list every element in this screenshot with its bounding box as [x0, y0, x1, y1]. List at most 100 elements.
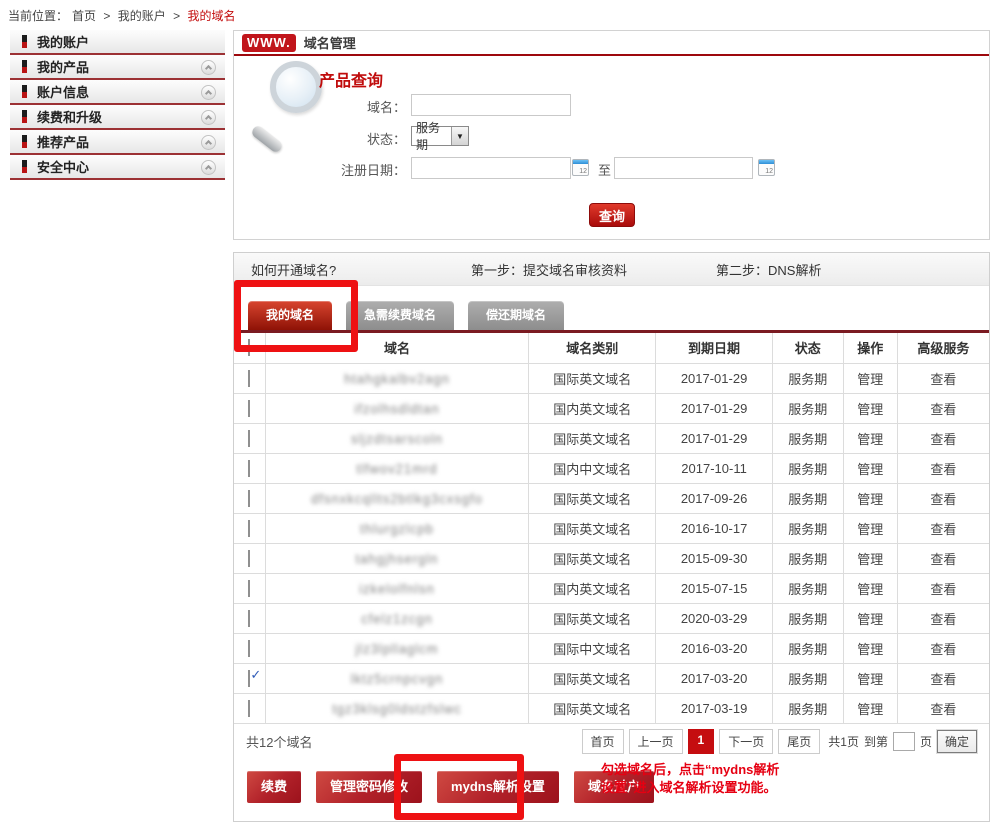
cell-status: 服务期	[772, 693, 843, 723]
row-checkbox[interactable]	[248, 700, 250, 717]
first-page-button[interactable]: 首页	[582, 729, 624, 754]
tab-my-domains[interactable]: 我的域名	[248, 301, 332, 330]
last-page-button[interactable]: 尾页	[778, 729, 820, 754]
date-to-input[interactable]	[614, 157, 753, 179]
manage-link[interactable]: 管理	[857, 552, 883, 567]
view-link[interactable]: 查看	[930, 672, 956, 687]
row-checkbox[interactable]	[248, 520, 250, 537]
chevron-up-icon[interactable]	[201, 135, 216, 150]
manage-link[interactable]: 管理	[857, 372, 883, 387]
cell-category: 国际英文域名	[529, 423, 656, 453]
cell-domain: tgz3klsg0ldstzfslwc	[265, 693, 528, 723]
panel-header: WWW. 域名管理	[234, 31, 989, 56]
view-link[interactable]: 查看	[930, 402, 956, 417]
breadcrumb-home[interactable]: 首页	[72, 9, 96, 23]
cell-domain: izkelolfnlsn	[265, 573, 528, 603]
view-link[interactable]: 查看	[930, 432, 956, 447]
domain-table-head: 域名域名类别到期日期状态操作高级服务	[234, 333, 989, 363]
sidebar-item-my-account[interactable]: 我的账户	[10, 30, 225, 55]
row-checkbox[interactable]	[248, 370, 250, 387]
cell-checkbox	[234, 543, 265, 573]
pagination-buttons: 首页上一页1下一页尾页	[582, 729, 821, 754]
manage-link[interactable]: 管理	[857, 432, 883, 447]
manage-link[interactable]: 管理	[857, 702, 883, 717]
view-link[interactable]: 查看	[930, 642, 956, 657]
sidebar-item-renew-upgrade[interactable]: 续费和升级	[10, 105, 225, 130]
cell-category: 国内英文域名	[529, 573, 656, 603]
table-row: dfsnxkcqllts2btlkg3cxsgfo国际英文域名2017-09-2…	[234, 483, 989, 513]
row-checkbox[interactable]	[248, 490, 250, 507]
chevron-up-icon[interactable]	[201, 60, 216, 75]
chevron-up-icon[interactable]	[201, 160, 216, 175]
manage-link[interactable]: 管理	[857, 492, 883, 507]
row-checkbox[interactable]	[248, 430, 250, 447]
tab-redemption[interactable]: 偿还期域名	[468, 301, 564, 330]
mydns-settings-button[interactable]: mydns解析设置	[437, 771, 559, 803]
view-link[interactable]: 查看	[930, 492, 956, 507]
cell-operation: 管理	[843, 423, 897, 453]
cell-operation: 管理	[843, 393, 897, 423]
manage-link[interactable]: 管理	[857, 612, 883, 627]
renew-button[interactable]: 续费	[247, 771, 301, 803]
cell-category: 国际英文域名	[529, 483, 656, 513]
query-button[interactable]: 查询	[589, 203, 635, 227]
cell-checkbox	[234, 363, 265, 393]
sidebar-item-account-info[interactable]: 账户信息	[10, 80, 225, 105]
view-link[interactable]: 查看	[930, 582, 956, 597]
row-checkbox[interactable]	[248, 400, 250, 417]
cell-domain: thlurgzlcpb	[265, 513, 528, 543]
cell-checkbox	[234, 393, 265, 423]
row-checkbox[interactable]	[248, 640, 250, 657]
prev-page-button[interactable]: 上一页	[629, 729, 683, 754]
cell-operation: 管理	[843, 693, 897, 723]
sidebar-item-security-center[interactable]: 安全中心	[10, 155, 225, 180]
cell-operation: 管理	[843, 453, 897, 483]
select-all-checkbox[interactable]	[248, 339, 250, 356]
cell-domain: cfelz1zcgn	[265, 603, 528, 633]
breadcrumb-my-account[interactable]: 我的账户	[118, 9, 166, 23]
view-link[interactable]: 查看	[930, 372, 956, 387]
view-link[interactable]: 查看	[930, 462, 956, 477]
dropdown-arrow-icon[interactable]: ▼	[451, 127, 468, 145]
cell-advanced: 查看	[897, 693, 989, 723]
password-change-button[interactable]: 管理密码修改	[316, 771, 422, 803]
table-row: ifzolhsdldtan国内英文域名2017-01-29服务期管理查看	[234, 393, 989, 423]
view-link[interactable]: 查看	[930, 702, 956, 717]
view-link[interactable]: 查看	[930, 552, 956, 567]
masked-domain-name: tahgjhsergln	[356, 550, 439, 566]
manage-link[interactable]: 管理	[857, 522, 883, 537]
chevron-glyph	[205, 90, 212, 97]
date-from-input[interactable]	[411, 157, 571, 179]
view-link[interactable]: 查看	[930, 522, 956, 537]
row-checkbox[interactable]	[248, 610, 250, 627]
cell-advanced: 查看	[897, 513, 989, 543]
manage-link[interactable]: 管理	[857, 462, 883, 477]
date-to-label: 至	[598, 160, 611, 179]
domain-input[interactable]	[411, 94, 571, 116]
row-checkbox[interactable]	[248, 550, 250, 567]
view-link[interactable]: 查看	[930, 612, 956, 627]
row-checkbox[interactable]	[248, 460, 250, 477]
next-page-button[interactable]: 下一页	[719, 729, 773, 754]
manage-link[interactable]: 管理	[857, 582, 883, 597]
row-checkbox[interactable]: ✓	[248, 670, 250, 687]
cell-status: 服务期	[772, 483, 843, 513]
page-number-1[interactable]: 1	[688, 729, 715, 754]
cell-checkbox: ✓	[234, 663, 265, 693]
cell-category: 国际英文域名	[529, 603, 656, 633]
sidebar-item-my-products[interactable]: 我的产品	[10, 55, 225, 80]
chevron-up-icon[interactable]	[201, 85, 216, 100]
goto-confirm-button[interactable]: 确定	[937, 730, 977, 753]
manage-link[interactable]: 管理	[857, 672, 883, 687]
calendar-icon[interactable]: 12	[758, 159, 775, 176]
manage-link[interactable]: 管理	[857, 642, 883, 657]
manage-link[interactable]: 管理	[857, 402, 883, 417]
row-checkbox[interactable]	[248, 580, 250, 597]
status-select[interactable]: 服务期 ▼	[411, 126, 469, 146]
calendar-icon[interactable]: 12	[572, 159, 589, 176]
chevron-up-icon[interactable]	[201, 110, 216, 125]
goto-page-input[interactable]	[893, 732, 915, 751]
cell-expiry: 2017-01-29	[656, 393, 773, 423]
sidebar-item-recommended[interactable]: 推荐产品	[10, 130, 225, 155]
tab-renew-urgent[interactable]: 急需续费域名	[346, 301, 454, 330]
